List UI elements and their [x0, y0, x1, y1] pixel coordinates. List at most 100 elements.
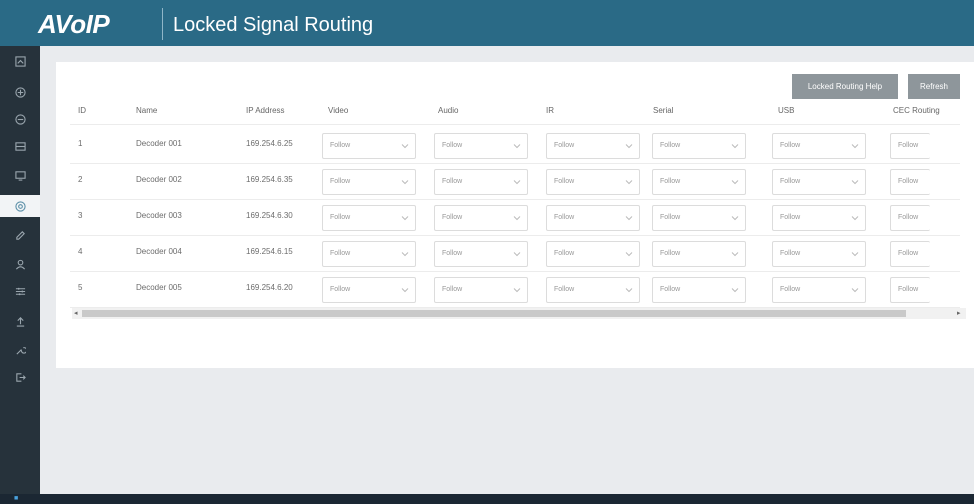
cec-select-value: Follow	[898, 250, 919, 257]
upload-icon	[16, 316, 24, 327]
serial-select[interactable]: Follow	[652, 205, 746, 231]
routing-icon	[14, 200, 26, 212]
serial-select[interactable]: Follow	[652, 241, 746, 267]
video-select[interactable]: Follow	[322, 133, 416, 159]
cell-id: 1	[78, 139, 83, 148]
audio-select[interactable]: Follow	[434, 205, 528, 231]
cec-select-value: Follow	[898, 286, 919, 293]
cec-select[interactable]: Follow	[890, 205, 930, 231]
app-logo: AVoIP	[38, 9, 110, 39]
sidebar-item-layers[interactable]	[0, 108, 40, 130]
cec-select-value: Follow	[898, 178, 919, 185]
usb-select-value: Follow	[780, 142, 801, 149]
serial-select[interactable]: Follow	[652, 277, 746, 303]
chevron-down-icon	[851, 144, 859, 149]
serial-select-value: Follow	[660, 250, 681, 257]
column-header-audio: Audio	[438, 106, 459, 115]
sidebar-item-user[interactable]	[0, 253, 40, 275]
audio-select-value: Follow	[442, 178, 463, 185]
cell-id: 4	[78, 247, 83, 256]
ir-select[interactable]: Follow	[546, 133, 640, 159]
refresh-button[interactable]: Refresh	[908, 74, 960, 99]
video-select-value: Follow	[330, 250, 351, 257]
video-select[interactable]: Follow	[322, 241, 416, 267]
user-icon	[15, 259, 25, 269]
usb-select[interactable]: Follow	[772, 133, 866, 159]
cell-ip-address: 169.254.6.20	[246, 283, 293, 292]
video-select-value: Follow	[330, 178, 351, 185]
chevron-down-icon	[513, 180, 521, 185]
usb-select-value: Follow	[780, 250, 801, 257]
scroll-left-arrow-icon[interactable]: ◂	[74, 309, 78, 317]
cec-select-value: Follow	[898, 214, 919, 221]
cec-select[interactable]: Follow	[890, 241, 930, 267]
video-select-value: Follow	[330, 142, 351, 149]
chevron-down-icon	[851, 216, 859, 221]
chevron-down-icon	[401, 252, 409, 257]
audio-select[interactable]: Follow	[434, 169, 528, 195]
chevron-down-icon	[625, 180, 633, 185]
usb-select[interactable]: Follow	[772, 169, 866, 195]
ir-select-value: Follow	[554, 178, 575, 185]
usb-select[interactable]: Follow	[772, 205, 866, 231]
video-select[interactable]: Follow	[322, 205, 416, 231]
column-header-usb: USB	[778, 106, 795, 115]
audio-select-value: Follow	[442, 250, 463, 257]
cell-name: Decoder 002	[136, 175, 182, 184]
ir-select[interactable]: Follow	[546, 169, 640, 195]
dashboard-icon	[14, 55, 26, 67]
ir-select-value: Follow	[554, 142, 575, 149]
serial-select-value: Follow	[660, 142, 681, 149]
cell-id: 2	[78, 175, 83, 184]
column-header-name: Name	[136, 106, 158, 115]
sidebar-item-logout[interactable]	[0, 366, 40, 388]
audio-select[interactable]: Follow	[434, 241, 528, 267]
audio-select[interactable]: Follow	[434, 277, 528, 303]
chevron-down-icon	[625, 144, 633, 149]
usb-select[interactable]: Follow	[772, 277, 866, 303]
cell-name: Decoder 003	[136, 211, 182, 220]
sidebar-item-encoder[interactable]	[0, 135, 40, 157]
sidebar-item-add[interactable]	[0, 81, 40, 103]
sidebar-item-upload[interactable]	[0, 310, 40, 332]
app-header: AVoIP Locked Signal Routing	[0, 0, 974, 46]
video-select[interactable]: Follow	[322, 169, 416, 195]
cell-id: 5	[78, 283, 83, 292]
sidebar-item-routing[interactable]	[0, 195, 40, 217]
windows-start-icon[interactable]: ■	[14, 495, 18, 502]
chevron-down-icon	[625, 216, 633, 221]
ir-select[interactable]: Follow	[546, 205, 640, 231]
usb-select[interactable]: Follow	[772, 241, 866, 267]
scrollbar-thumb[interactable]	[82, 310, 906, 317]
cec-select[interactable]: Follow	[890, 133, 930, 159]
chevron-down-icon	[851, 288, 859, 293]
audio-select-value: Follow	[442, 286, 463, 293]
sidebar-item-dashboard[interactable]	[0, 50, 40, 72]
row-separator	[70, 163, 960, 164]
scroll-right-arrow-icon[interactable]: ▸	[957, 309, 961, 317]
audio-select[interactable]: Follow	[434, 133, 528, 159]
logout-icon	[15, 372, 26, 382]
serial-select[interactable]: Follow	[652, 169, 746, 195]
routing-panel: Locked Routing Help Refresh ID Name IP A…	[56, 62, 974, 368]
audio-select-value: Follow	[442, 142, 463, 149]
video-select[interactable]: Follow	[322, 277, 416, 303]
ir-select[interactable]: Follow	[546, 241, 640, 267]
sidebar-item-settings[interactable]	[0, 280, 40, 302]
cec-select[interactable]: Follow	[890, 169, 930, 195]
column-header-cec-routing: CEC Routing	[893, 106, 940, 115]
chevron-down-icon	[851, 252, 859, 257]
row-separator	[70, 235, 960, 236]
sidebar-item-monitor[interactable]	[0, 164, 40, 186]
audio-select-value: Follow	[442, 214, 463, 221]
serial-select[interactable]: Follow	[652, 133, 746, 159]
monitor-icon	[14, 170, 26, 181]
header-divider	[162, 8, 163, 40]
chevron-down-icon	[851, 180, 859, 185]
ir-select-value: Follow	[554, 214, 575, 221]
cec-select[interactable]: Follow	[890, 277, 930, 303]
locked-routing-help-button[interactable]: Locked Routing Help	[792, 74, 898, 99]
sidebar-item-edit[interactable]	[0, 224, 40, 246]
ir-select[interactable]: Follow	[546, 277, 640, 303]
sidebar-item-tools[interactable]	[0, 339, 40, 361]
